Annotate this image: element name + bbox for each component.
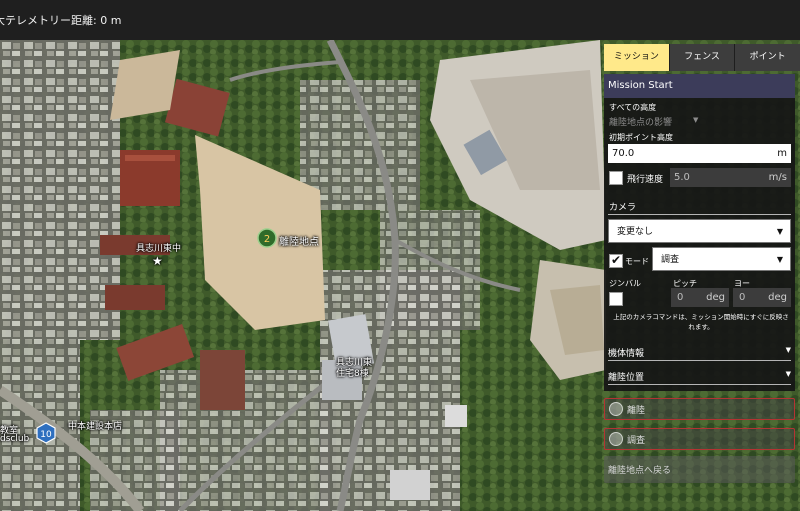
pitch-unit: deg	[706, 292, 725, 303]
initial-altitude-field[interactable]: 70.0 m	[608, 144, 791, 163]
yaw-value: 0	[739, 292, 746, 303]
flight-speed-checkbox[interactable]	[609, 171, 623, 185]
mission-item-takeoff[interactable]: 離陸	[604, 398, 795, 420]
mode-checkbox[interactable]	[609, 253, 623, 268]
edge-label-2: dsclub	[0, 434, 30, 444]
shop-label: 中本建設本店	[68, 422, 123, 432]
route-shield-icon: 10	[36, 422, 56, 444]
gimbal-label: ジンバル	[609, 279, 641, 288]
panel-title[interactable]: Mission Start	[604, 74, 795, 98]
takeoff-position-section[interactable]: 離陸位置 ▼	[608, 370, 791, 383]
school-label: 具志川東中	[136, 244, 182, 254]
flight-speed-label: 飛行速度	[627, 175, 664, 185]
mission-start-panel: Mission Start すべての高度 離陸地点の影響 ▼ 初期ポイント高度 …	[604, 74, 795, 391]
tab-rally-point[interactable]: ポイント	[734, 44, 800, 71]
vehicle-info-divider	[608, 360, 791, 361]
all-altitude-label: すべての高度	[609, 103, 657, 112]
camera-label: カメラ	[609, 203, 637, 213]
camera-action-select[interactable]: 変更なし ▼	[608, 219, 791, 243]
camera-mode-value: 調査	[661, 255, 680, 265]
chevron-down-icon: ▼	[785, 370, 791, 378]
camera-divider	[608, 214, 791, 215]
camera-action-value: 変更なし	[617, 227, 654, 237]
camera-note: 上記のカメラコマンドは、ミッション開始時にすぐに反映されます。	[613, 313, 789, 331]
initial-altitude-unit: m	[777, 148, 787, 159]
takeoff-point-marker[interactable]: 2	[257, 228, 277, 248]
takeoff-position-divider	[608, 384, 791, 385]
chevron-down-icon: ▼	[776, 227, 783, 236]
takeoff-position-label: 離陸位置	[608, 373, 645, 383]
chevron-down-icon: ▼	[785, 346, 791, 354]
route-shield-number: 10	[40, 430, 52, 440]
school-star-icon: ★	[152, 254, 163, 268]
takeoff-point-number: 2	[264, 234, 270, 245]
takeoff-influence-arrow-icon: ▼	[693, 116, 699, 124]
takeoff-point-label: 離陸地点	[279, 237, 319, 248]
yaw-unit: deg	[768, 292, 787, 303]
mode-label: モード	[625, 257, 649, 266]
top-bar: 大テレメトリー距離: 0 m	[0, 0, 800, 40]
return-to-launch-button[interactable]: 離陸地点へ戻る	[604, 456, 795, 483]
vehicle-info-section[interactable]: 機体情報 ▼	[608, 346, 791, 359]
tab-mission[interactable]: ミッション	[604, 44, 669, 71]
tab-fence[interactable]: フェンス	[668, 44, 735, 71]
chevron-down-icon: ▼	[776, 255, 783, 264]
pitch-value: 0	[677, 292, 684, 303]
housing-label: 具志川東 住宅8棟	[336, 358, 373, 379]
flight-speed-value: 5.0	[674, 172, 690, 183]
yaw-field[interactable]: 0 deg	[733, 288, 791, 307]
flight-speed-unit: m/s	[768, 172, 787, 183]
flight-speed-field[interactable]: 5.0 m/s	[670, 168, 791, 187]
plan-tabs: ミッション フェンス ポイント	[604, 44, 800, 71]
camera-mode-select[interactable]: 調査 ▼	[652, 247, 791, 271]
takeoff-influence-select[interactable]: 離陸地点の影響	[609, 115, 672, 128]
initial-altitude-label: 初期ポイント高度	[609, 133, 673, 142]
gimbal-checkbox[interactable]	[609, 292, 623, 306]
telemetry-readout: 大テレメトリー距離: 0 m	[0, 14, 122, 27]
mission-item-label: 調査	[627, 436, 646, 446]
mission-item-label: 離陸	[627, 406, 646, 416]
mission-item-indicator-icon	[609, 432, 623, 446]
mission-item-indicator-icon	[609, 402, 623, 416]
return-to-launch-label: 離陸地点へ戻る	[608, 466, 672, 476]
pitch-field[interactable]: 0 deg	[671, 288, 729, 307]
vehicle-info-label: 機体情報	[608, 349, 645, 359]
initial-altitude-value: 70.0	[612, 148, 635, 159]
mission-item-survey[interactable]: 調査	[604, 428, 795, 450]
